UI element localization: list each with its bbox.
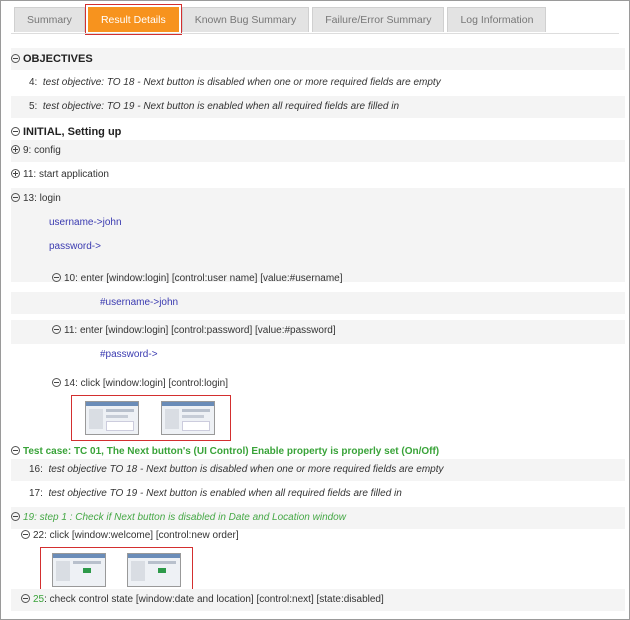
config-label: 9: config [23,145,61,156]
enter-password-row[interactable]: 11: enter [window:login] [control:passwo… [11,320,625,344]
screenshot-thumbnail[interactable] [161,401,215,435]
collapse-icon[interactable] [11,446,20,455]
objective-number: 16: [29,464,43,475]
result-details-panel: Summary Result Details Known Bug Summary… [0,0,630,620]
click-login-label: 14: click [window:login] [control:login] [64,378,228,389]
enter-password-label: 11: enter [window:login] [control:passwo… [64,325,336,336]
objective-text: test objective TO 19 - Next button is en… [48,488,402,499]
username-value-row: #username->john [11,292,625,314]
check-control-label: : check control state [window:date and l… [44,594,384,605]
password-value: #password-> [100,349,158,360]
click-welcome-row[interactable]: 22: click [window:welcome] [control:new … [11,525,625,547]
objective-number: 17: [29,488,43,499]
objective-text: test objective: TO 18 - Next button is d… [42,77,441,88]
collapse-icon[interactable] [21,530,30,539]
config-row[interactable]: 9: config [11,140,625,162]
login-label: 13: login [23,193,61,204]
objective-number: 4: [29,77,38,88]
screenshot-thumbnail[interactable] [52,553,106,587]
enter-username-label: 10: enter [window:login] [control:user n… [64,273,343,284]
welcome-screenshots [40,547,193,592]
objectives-header[interactable]: OBJECTIVES [11,48,625,70]
start-application-label: 11: start application [23,169,109,180]
tab-failure-error-summary[interactable]: Failure/Error Summary [312,7,445,32]
objective-number: 5: [29,101,38,112]
screenshot-thumbnail[interactable] [127,553,181,587]
tab-result-details[interactable]: Result Details [84,4,182,35]
login-row[interactable]: 13: login [11,188,625,210]
username-param-row: username->john [11,212,625,234]
login-screenshots [71,395,231,441]
objectives-title: OBJECTIVES [23,53,93,65]
start-application-row[interactable]: 11: start application [11,164,625,186]
objective-text: test objective TO 18 - Next button is di… [48,464,444,475]
collapse-icon[interactable] [11,54,20,63]
click-welcome-label: 22: click [window:welcome] [control:new … [33,530,239,541]
tab-summary[interactable]: Summary [14,7,85,32]
collapse-icon[interactable] [52,325,61,334]
username-param: username->john [49,217,122,228]
password-param: password-> [49,241,101,252]
check-control-row[interactable]: 25: check control state [window:date and… [11,589,625,611]
collapse-icon[interactable] [52,273,61,282]
objective-row: 16: test objective TO 18 - Next button i… [11,459,625,481]
collapse-icon[interactable] [11,127,20,136]
collapse-icon[interactable] [11,512,20,521]
collapse-icon[interactable] [11,193,20,202]
expand-icon[interactable] [11,169,20,178]
tab-known-bug-summary[interactable]: Known Bug Summary [181,7,310,32]
step-label: 19: step 1 : Check if Next button is dis… [23,512,346,523]
username-value: #username->john [100,297,179,308]
password-value-row: #password-> [11,344,625,366]
click-login-row[interactable]: 14: click [window:login] [control:login] [11,373,625,395]
tab-bar: Summary Result Details Known Bug Summary… [14,4,549,35]
objective-row: 4: test objective: TO 18 - Next button i… [11,72,625,94]
enter-username-row[interactable]: 10: enter [window:login] [control:user n… [11,268,625,290]
expand-icon[interactable] [11,145,20,154]
password-param-row: password-> [11,236,625,258]
testcase-title: Test case: TC 01, The Next button's (UI … [23,446,440,457]
objective-row: 17: test objective TO 19 - Next button i… [11,483,625,505]
tab-divider [11,33,619,34]
tab-log-information[interactable]: Log Information [447,7,547,32]
screenshot-thumbnail[interactable] [85,401,139,435]
objective-row: 5: test objective: TO 19 - Next button i… [11,96,625,118]
collapse-icon[interactable] [21,594,30,603]
objective-text: test objective: TO 19 - Next button is e… [42,101,400,112]
initial-title: INITIAL, Setting up [23,126,122,138]
collapse-icon[interactable] [52,378,61,387]
check-control-number: 25 [33,594,45,605]
